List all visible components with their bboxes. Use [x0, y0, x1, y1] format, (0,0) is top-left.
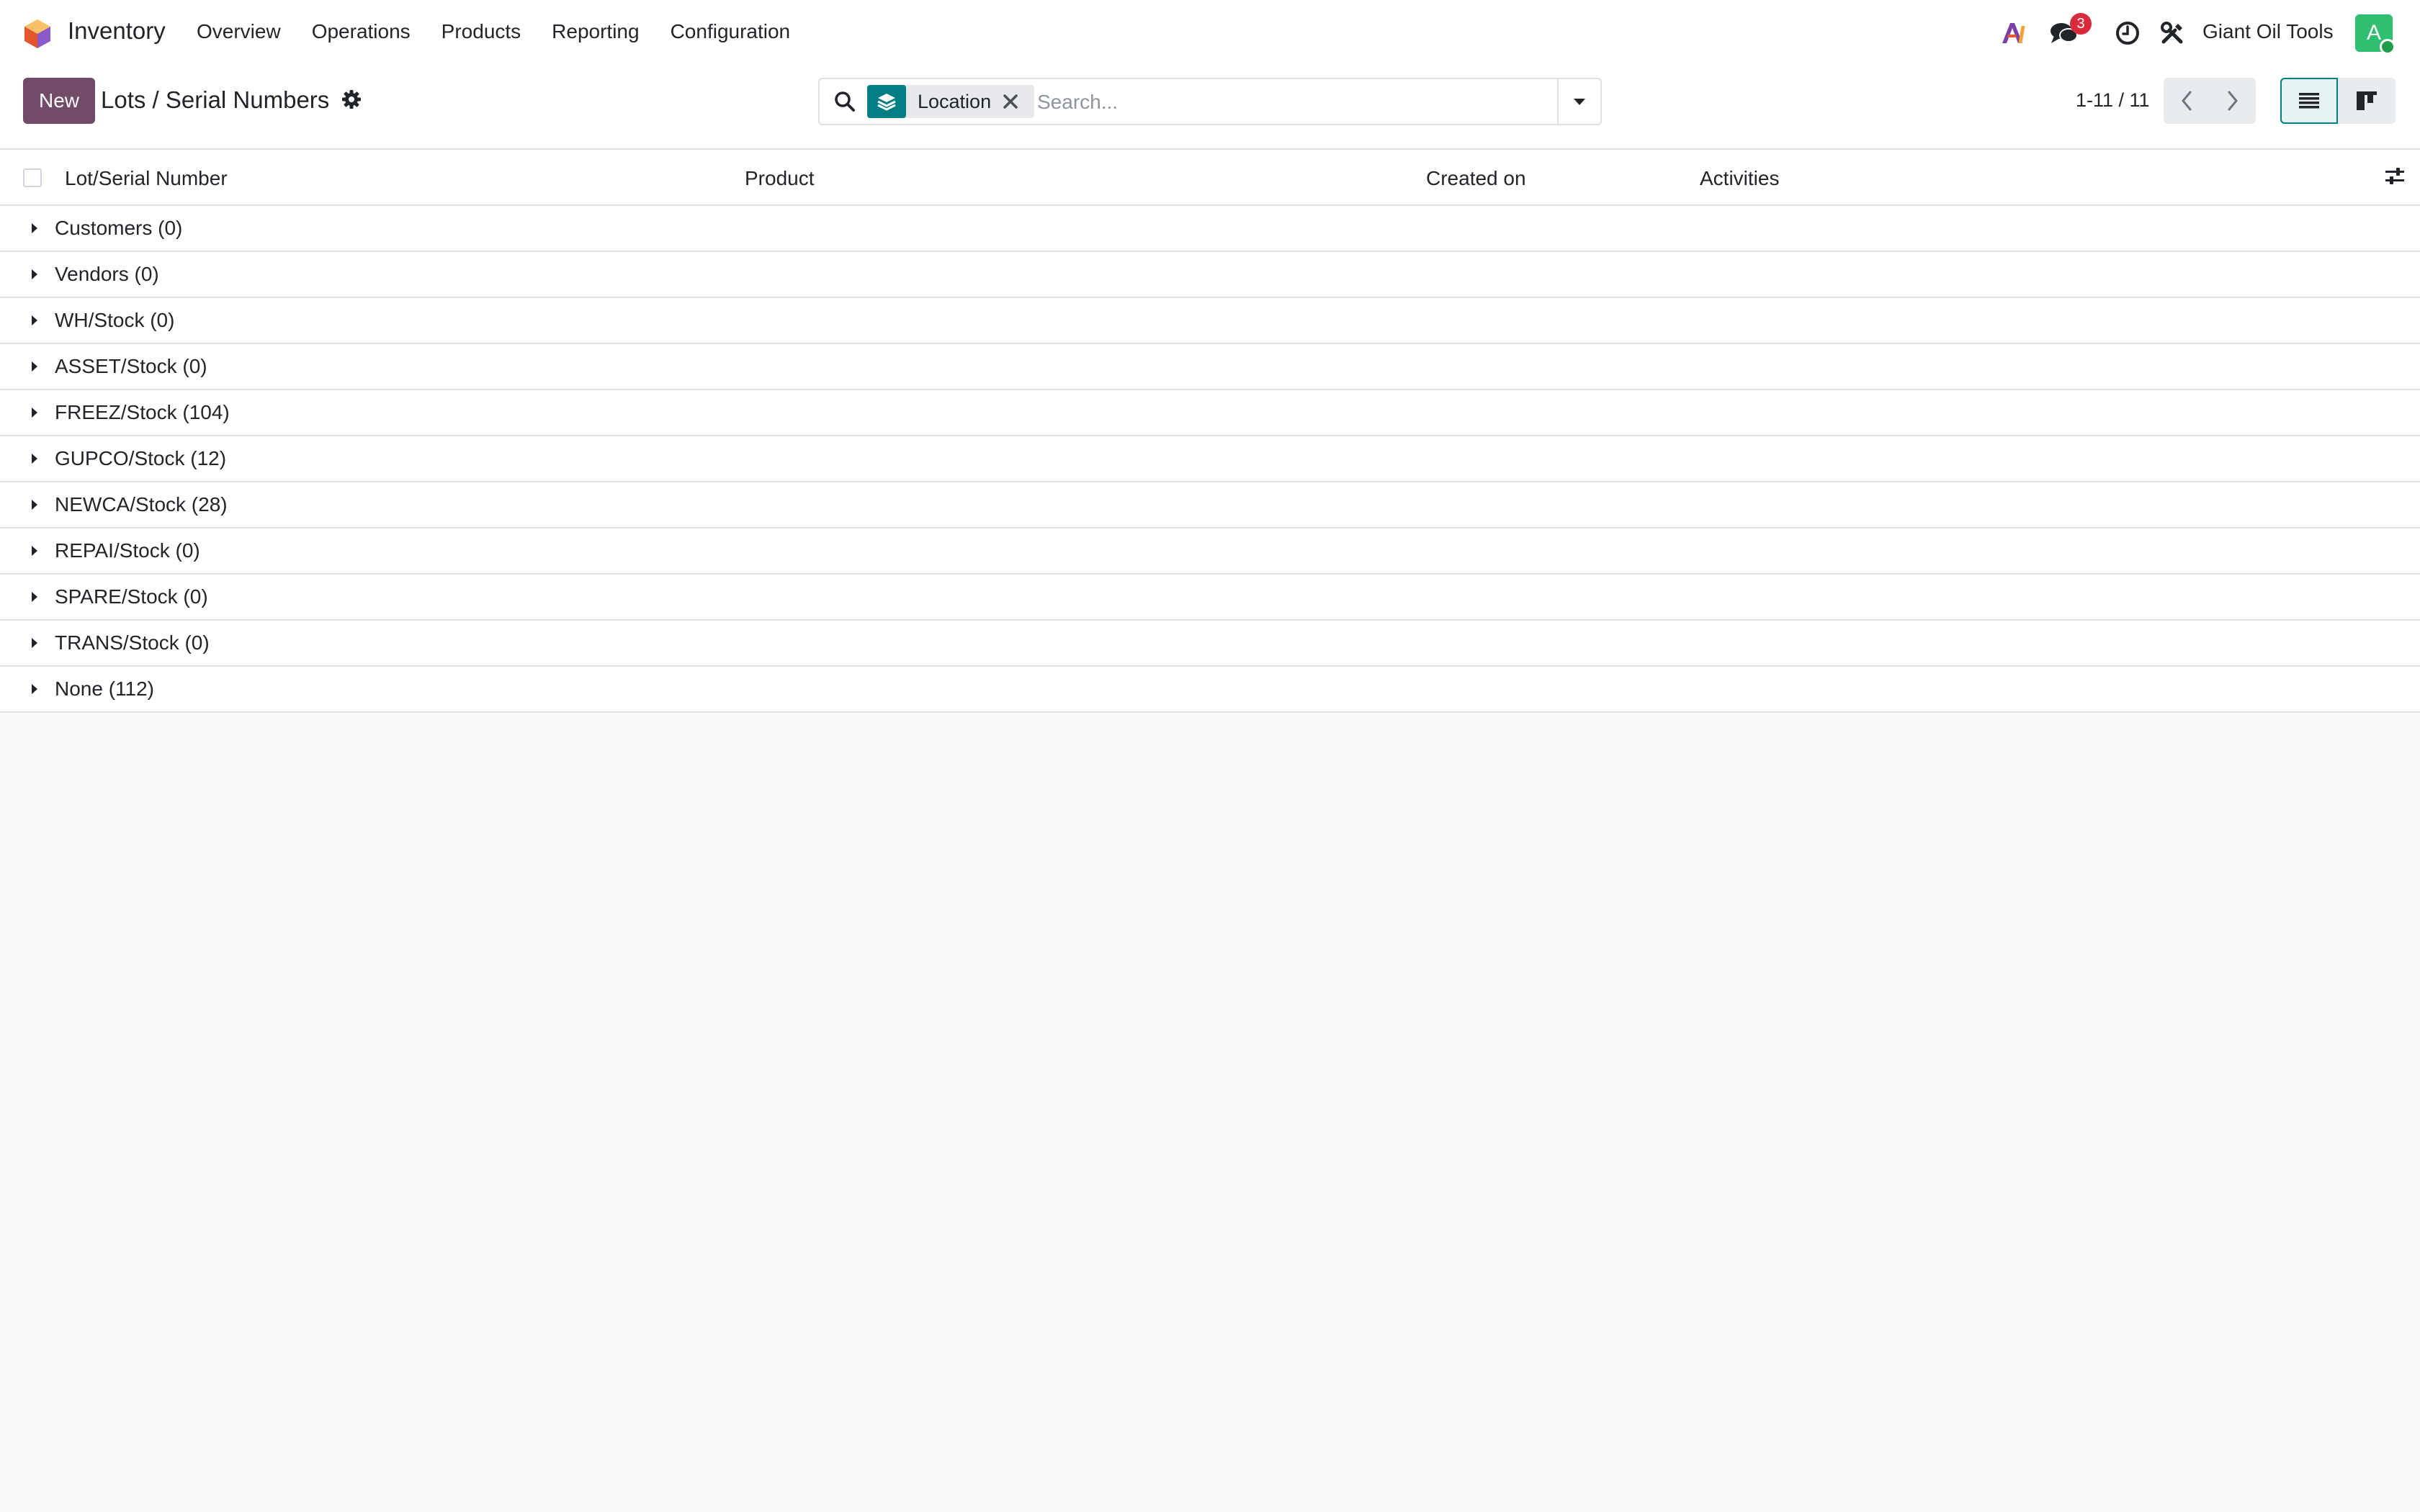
- caret-right-icon: [32, 223, 37, 233]
- group-row[interactable]: REPAI/Stock (0): [0, 528, 2420, 575]
- company-switcher[interactable]: Giant Oil Tools: [2202, 20, 2334, 43]
- list-view-icon: [2299, 93, 2319, 109]
- list-view-button[interactable]: [2280, 78, 2338, 124]
- group-row[interactable]: TRANS/Stock (0): [0, 621, 2420, 667]
- top-navbar: Inventory Overview Operations Products R…: [0, 0, 2420, 66]
- group-label: Customers (0): [55, 217, 183, 239]
- breadcrumb: Lots / Serial Numbers: [101, 86, 330, 113]
- group-row[interactable]: Vendors (0): [0, 252, 2420, 298]
- pager-next-button[interactable]: [2210, 78, 2256, 124]
- ai-icon[interactable]: [2001, 20, 2028, 46]
- group-row[interactable]: SPARE/Stock (0): [0, 575, 2420, 621]
- caret-right-icon: [32, 315, 37, 325]
- select-all-checkbox[interactable]: [23, 168, 42, 187]
- column-header-created-on[interactable]: Created on: [1426, 167, 1526, 190]
- optional-columns-sliders-icon[interactable]: [2384, 166, 2406, 187]
- group-row[interactable]: NEWCA/Stock (28): [0, 482, 2420, 528]
- new-button[interactable]: New: [23, 78, 95, 124]
- activity-clock-icon[interactable]: [2115, 20, 2141, 46]
- column-header-activities[interactable]: Activities: [1700, 167, 1779, 190]
- group-label: Vendors (0): [55, 263, 159, 285]
- menu-products[interactable]: Products: [442, 20, 521, 43]
- group-label: ASSET/Stock (0): [55, 355, 207, 377]
- search-icon[interactable]: [834, 91, 856, 112]
- caret-right-icon: [32, 684, 37, 694]
- group-by-layers-icon: [867, 85, 906, 118]
- app-name[interactable]: Inventory: [68, 17, 166, 45]
- search-bar: Location: [818, 78, 1602, 125]
- chevron-left-icon: [2182, 91, 2192, 111]
- facet-label: Location: [918, 90, 992, 112]
- control-panel: New Lots / Serial Numbers Location Searc…: [0, 66, 2420, 150]
- gear-icon[interactable]: [341, 89, 362, 109]
- grouped-list: Customers (0) Vendors (0) WH/Stock (0) A…: [0, 206, 2420, 713]
- group-label: SPARE/Stock (0): [55, 585, 208, 608]
- group-row[interactable]: GUPCO/Stock (12): [0, 436, 2420, 482]
- pager-value[interactable]: 1-11 / 11: [2076, 89, 2150, 112]
- caret-right-icon: [32, 546, 37, 556]
- caret-right-icon: [32, 454, 37, 464]
- group-label: WH/Stock (0): [55, 309, 175, 331]
- caret-right-icon: [32, 638, 37, 648]
- group-by-facet: Location: [867, 85, 1034, 118]
- caret-right-icon: [32, 361, 37, 372]
- group-label: None (112): [55, 678, 155, 700]
- caret-down-icon: [1574, 99, 1585, 105]
- search-input[interactable]: [1036, 86, 1500, 118]
- online-status-dot: [2380, 39, 2396, 55]
- kanban-view-icon: [2357, 91, 2377, 110]
- group-label: TRANS/Stock (0): [55, 631, 210, 654]
- column-header-product[interactable]: Product: [745, 167, 815, 190]
- main-menu: Overview Operations Products Reporting C…: [197, 20, 821, 43]
- close-icon[interactable]: [1001, 92, 1020, 111]
- caret-right-icon: [32, 500, 37, 510]
- tools-icon[interactable]: [2161, 22, 2184, 45]
- column-header-lot-serial[interactable]: Lot/Serial Number: [65, 167, 228, 190]
- search-options-toggle[interactable]: [1557, 79, 1600, 124]
- group-row[interactable]: None (112): [0, 667, 2420, 713]
- group-label: REPAI/Stock (0): [55, 539, 200, 562]
- menu-operations[interactable]: Operations: [312, 20, 411, 43]
- pager-previous-button[interactable]: [2164, 78, 2210, 124]
- caret-right-icon: [32, 592, 37, 602]
- group-label: FREEZ/Stock (104): [55, 401, 230, 423]
- caret-right-icon: [32, 269, 37, 279]
- messages-count-badge: 3: [2070, 13, 2092, 35]
- group-row[interactable]: Customers (0): [0, 206, 2420, 252]
- caret-right-icon: [32, 408, 37, 418]
- menu-configuration[interactable]: Configuration: [671, 20, 791, 43]
- group-label: GUPCO/Stock (12): [55, 447, 227, 469]
- menu-reporting[interactable]: Reporting: [552, 20, 639, 43]
- list-header: Lot/Serial Number Product Created on Act…: [0, 150, 2420, 206]
- menu-overview[interactable]: Overview: [197, 20, 281, 43]
- chevron-right-icon: [2228, 91, 2238, 111]
- group-row[interactable]: ASSET/Stock (0): [0, 344, 2420, 390]
- group-label: NEWCA/Stock (28): [55, 493, 228, 516]
- inventory-app-icon[interactable]: [23, 19, 52, 49]
- group-row[interactable]: WH/Stock (0): [0, 298, 2420, 344]
- group-row[interactable]: FREEZ/Stock (104): [0, 390, 2420, 436]
- kanban-view-button[interactable]: [2338, 78, 2396, 124]
